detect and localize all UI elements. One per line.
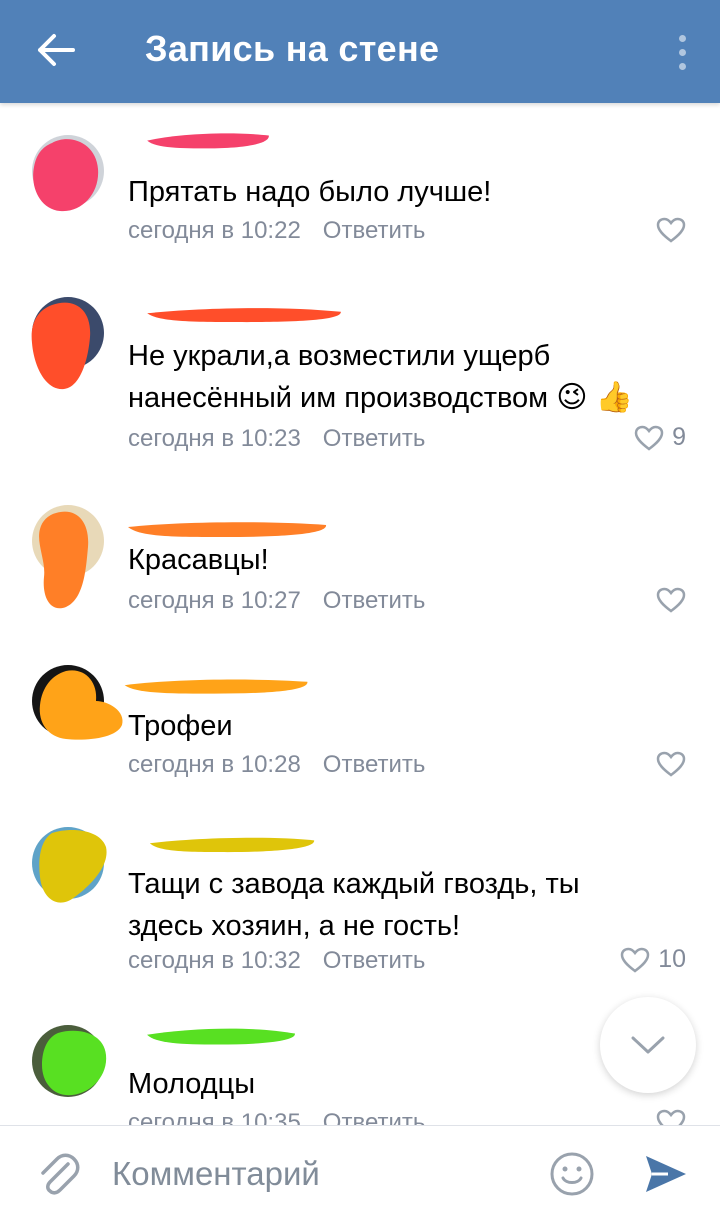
- paperclip-icon: [41, 1153, 80, 1195]
- avatar[interactable]: [32, 505, 104, 609]
- heart-icon: [620, 947, 650, 973]
- emoji-wink-thumbsup: 😉 👍: [556, 381, 634, 414]
- page-title: Запись на стене: [145, 28, 440, 69]
- comment-meta: сегодня в 10:23 Ответить: [128, 425, 425, 453]
- redaction-scribble: [39, 829, 107, 903]
- redacted-author-name: [147, 308, 341, 323]
- redacted-author-name: [124, 679, 308, 694]
- back-button[interactable]: [24, 22, 88, 78]
- comment-time: сегодня в 10:28: [128, 751, 301, 778]
- reply-button[interactable]: Ответить: [323, 751, 426, 778]
- comment-text: Красавцы!: [128, 544, 269, 576]
- comment-text: Молодцы: [128, 1068, 256, 1100]
- app-header: Запись на стене: [0, 0, 720, 103]
- like-button[interactable]: 9: [634, 423, 686, 452]
- comment-meta: сегодня в 10:27 Ответить: [128, 587, 425, 615]
- comment-meta: сегодня в 10:28 Ответить: [128, 751, 425, 779]
- comment-meta: сегодня в 10:22 Ответить: [128, 217, 425, 245]
- heart-icon: [634, 425, 664, 451]
- reply-button[interactable]: Ответить: [323, 947, 426, 974]
- comment-meta: сегодня в 10:32 Ответить: [128, 947, 425, 975]
- avatar[interactable]: [31, 297, 104, 390]
- redaction-scribble: [33, 139, 99, 212]
- redaction-scribble: [31, 302, 91, 390]
- like-count: 10: [658, 945, 686, 973]
- comments-feed[interactable]: Прятать надо было лучше! сегодня в 10:22…: [0, 103, 720, 1125]
- chevron-down-icon: [631, 1036, 665, 1054]
- scroll-down-button[interactable]: [600, 997, 696, 1093]
- send-button[interactable]: [640, 1150, 690, 1198]
- comment-meta: сегодня в 10:35 Ответить: [128, 1109, 425, 1125]
- comment-input[interactable]: [112, 1148, 532, 1200]
- reply-button[interactable]: Ответить: [323, 425, 426, 452]
- avatar[interactable]: [32, 1025, 107, 1097]
- attach-button[interactable]: [34, 1150, 82, 1198]
- reply-button[interactable]: Ответить: [323, 1109, 426, 1125]
- emoji-button[interactable]: [548, 1150, 596, 1198]
- comment-time: сегодня в 10:35: [128, 1109, 301, 1125]
- redacted-author-name: [149, 837, 315, 853]
- comment-text: Трофеи: [128, 710, 233, 742]
- heart-icon: [656, 217, 686, 243]
- avatar[interactable]: [32, 665, 123, 740]
- redaction-scribble: [39, 511, 89, 609]
- avatar[interactable]: [32, 827, 107, 903]
- redacted-author-name: [128, 522, 327, 537]
- comment-time: сегодня в 10:32: [128, 947, 301, 974]
- smile-icon: [550, 1152, 594, 1196]
- reply-button[interactable]: Ответить: [323, 587, 426, 614]
- arrow-left-icon: [38, 34, 75, 66]
- heart-icon: [656, 751, 686, 777]
- redacted-author-name: [147, 1028, 295, 1045]
- more-button[interactable]: [672, 24, 692, 80]
- like-button[interactable]: [656, 587, 686, 613]
- more-vertical-icon: [678, 34, 686, 42]
- redacted-author-name: [147, 133, 269, 149]
- comment-composer: [0, 1125, 720, 1221]
- send-icon: [646, 1156, 686, 1192]
- comment-time: сегодня в 10:22: [128, 217, 301, 244]
- reply-button[interactable]: Ответить: [323, 217, 426, 244]
- like-count: 9: [672, 423, 686, 451]
- like-button[interactable]: [656, 1109, 686, 1125]
- like-button[interactable]: [656, 217, 686, 243]
- avatar[interactable]: [32, 135, 104, 212]
- comment-text: Прятать надо было лучше!: [128, 176, 492, 208]
- like-button[interactable]: 10: [620, 945, 686, 974]
- heart-icon: [656, 587, 686, 613]
- like-button[interactable]: [656, 751, 686, 777]
- comment-text: Тащи с завода каждый гвоздь, ты здесь хо…: [128, 868, 580, 942]
- comment-time: сегодня в 10:27: [128, 587, 301, 614]
- heart-icon: [656, 1109, 686, 1125]
- comment-text: Не украли,а возместили ущерб нанесённый …: [128, 340, 634, 414]
- comment-time: сегодня в 10:23: [128, 425, 301, 452]
